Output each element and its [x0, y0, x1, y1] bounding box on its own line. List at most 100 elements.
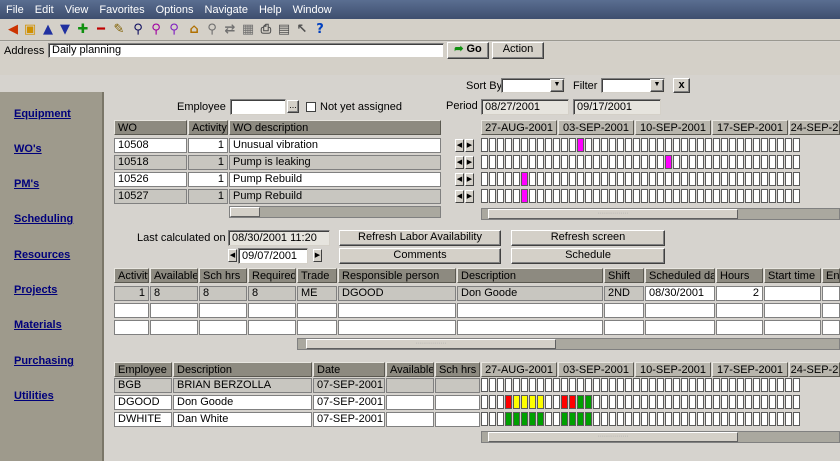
activity-cell[interactable] [645, 303, 715, 318]
sidebar-item-resources[interactable]: Resources [14, 249, 70, 261]
wo-number-cell[interactable]: 10527 [114, 189, 187, 204]
schedule-cell[interactable] [609, 138, 616, 152]
schedule-cell[interactable] [665, 155, 672, 169]
schedule-cell[interactable] [497, 155, 504, 169]
grid-scroll-thumb[interactable]: ∙∙∙∙∙∙∙∙∙∙∙∙∙∙∙∙ [488, 209, 738, 219]
schedule-cell[interactable] [537, 189, 544, 203]
schedule-cell[interactable] [529, 189, 536, 203]
schedule-cell[interactable] [601, 189, 608, 203]
employee-schedule-cell[interactable] [745, 412, 752, 426]
schedule-cell[interactable] [673, 172, 680, 186]
refresh-icon[interactable]: ⇄ [222, 22, 238, 38]
wo-scroll-thumb[interactable] [230, 207, 260, 217]
schedule-cell[interactable] [777, 138, 784, 152]
row-prev-icon[interactable]: ◀ [455, 190, 464, 203]
employee-schedule-cell[interactable] [577, 395, 584, 409]
schedule-date-input[interactable]: 09/07/2001 [238, 248, 308, 264]
wo-description-cell[interactable]: Pump Rebuild [229, 172, 441, 187]
schedule-cell[interactable] [713, 189, 720, 203]
menu-window[interactable]: Window [287, 0, 337, 17]
employee-schedule-cell[interactable] [673, 378, 680, 392]
employee-available-cell[interactable] [386, 378, 434, 393]
period-from[interactable]: 08/27/2001 [481, 99, 569, 115]
employee-schedule-cell[interactable] [681, 412, 688, 426]
sidebar-item-pms[interactable]: PM's [14, 178, 39, 190]
schedule-cell[interactable] [745, 138, 752, 152]
schedule-button[interactable]: Schedule [511, 248, 665, 264]
help-icon[interactable]: ? [312, 22, 328, 38]
schedule-cell[interactable] [481, 172, 488, 186]
schedule-cell[interactable] [521, 138, 528, 152]
schedule-cell[interactable] [529, 155, 536, 169]
wo-horizontal-scrollbar[interactable] [229, 206, 441, 218]
schedule-cell[interactable] [505, 172, 512, 186]
schedule-cell[interactable] [665, 138, 672, 152]
delete-icon[interactable]: ━ [93, 22, 109, 38]
schedule-cell[interactable] [641, 172, 648, 186]
employee-schedule-cell[interactable] [657, 412, 664, 426]
schedule-cell[interactable] [769, 172, 776, 186]
employee-id-cell[interactable]: BGB [114, 378, 172, 393]
home-icon[interactable]: ⌂ [186, 22, 202, 38]
wo-activity-cell[interactable]: 1 [188, 189, 228, 204]
activity-cell[interactable] [457, 303, 603, 318]
employee-schedule-cell[interactable] [617, 412, 624, 426]
schedule-cell[interactable] [649, 172, 656, 186]
schedule-cell[interactable] [649, 155, 656, 169]
activity-cell[interactable]: 1 [114, 286, 149, 301]
not-assigned-checkbox[interactable] [306, 102, 316, 112]
employee-schedule-cell[interactable] [545, 378, 552, 392]
schedule-cell[interactable] [489, 138, 496, 152]
employee-schedule-cell[interactable] [633, 412, 640, 426]
employee-schedule-cell[interactable] [633, 395, 640, 409]
employee-schedule-cell[interactable] [585, 378, 592, 392]
employee-schedule-cell[interactable] [737, 395, 744, 409]
row-prev-icon[interactable]: ◀ [455, 156, 464, 169]
employee-schedule-cell[interactable] [609, 395, 616, 409]
refresh-screen-button[interactable]: Refresh screen [511, 230, 665, 246]
employee-schedule-cell[interactable] [521, 395, 528, 409]
menu-navigate[interactable]: Navigate [199, 0, 253, 17]
schedule-cell[interactable] [737, 172, 744, 186]
search-query-icon[interactable]: ⚲ [166, 22, 182, 38]
schedule-cell[interactable] [777, 172, 784, 186]
employee-schedule-cell[interactable] [665, 395, 672, 409]
wo-activity-cell[interactable]: 1 [188, 172, 228, 187]
employee-schedule-cell[interactable] [753, 412, 760, 426]
date-next-icon[interactable]: ▶ [313, 249, 322, 262]
schedule-cell[interactable] [713, 155, 720, 169]
schedule-cell[interactable] [785, 155, 792, 169]
schedule-cell[interactable] [585, 155, 592, 169]
go-button[interactable]: ➦ Go [447, 42, 489, 59]
action-button[interactable]: Action [492, 42, 544, 59]
schedule-cell[interactable] [569, 138, 576, 152]
employee-schedule-cell[interactable] [569, 395, 576, 409]
schedule-cell[interactable] [705, 189, 712, 203]
employee-schedule-cell[interactable] [625, 395, 632, 409]
calendar-icon[interactable]: ▦ [240, 22, 256, 38]
schedule-cell[interactable] [505, 138, 512, 152]
wo-activity-cell[interactable]: 1 [188, 155, 228, 170]
employee-grid-scrollbar[interactable]: ∙∙∙∙∙∙∙∙∙∙∙∙∙∙∙∙ [481, 431, 840, 443]
grid-horizontal-scrollbar[interactable]: ∙∙∙∙∙∙∙∙∙∙∙∙∙∙∙∙ [481, 208, 840, 220]
activity-cell[interactable] [248, 320, 296, 335]
employee-schedule-cell[interactable] [521, 412, 528, 426]
schedule-cell[interactable] [633, 172, 640, 186]
pointer-icon[interactable]: ↖ [294, 22, 310, 38]
schedule-cell[interactable] [545, 172, 552, 186]
employee-schedule-cell[interactable] [553, 412, 560, 426]
employee-schedule-cell[interactable] [489, 412, 496, 426]
schedule-cell[interactable] [601, 172, 608, 186]
schedule-cell[interactable] [697, 172, 704, 186]
employee-date-cell[interactable]: 07-SEP-2001 [313, 378, 385, 393]
employee-schedule-cell[interactable] [729, 378, 736, 392]
employee-schedule-cell[interactable] [705, 395, 712, 409]
menu-view[interactable]: View [59, 0, 94, 17]
employee-schedule-cell[interactable] [481, 412, 488, 426]
schedule-cell[interactable] [617, 138, 624, 152]
employee-schedule-cell[interactable] [721, 395, 728, 409]
schedule-cell[interactable] [545, 189, 552, 203]
employee-schedule-cell[interactable] [729, 412, 736, 426]
employee-schedule-cell[interactable] [777, 412, 784, 426]
employee-schedule-cell[interactable] [761, 395, 768, 409]
